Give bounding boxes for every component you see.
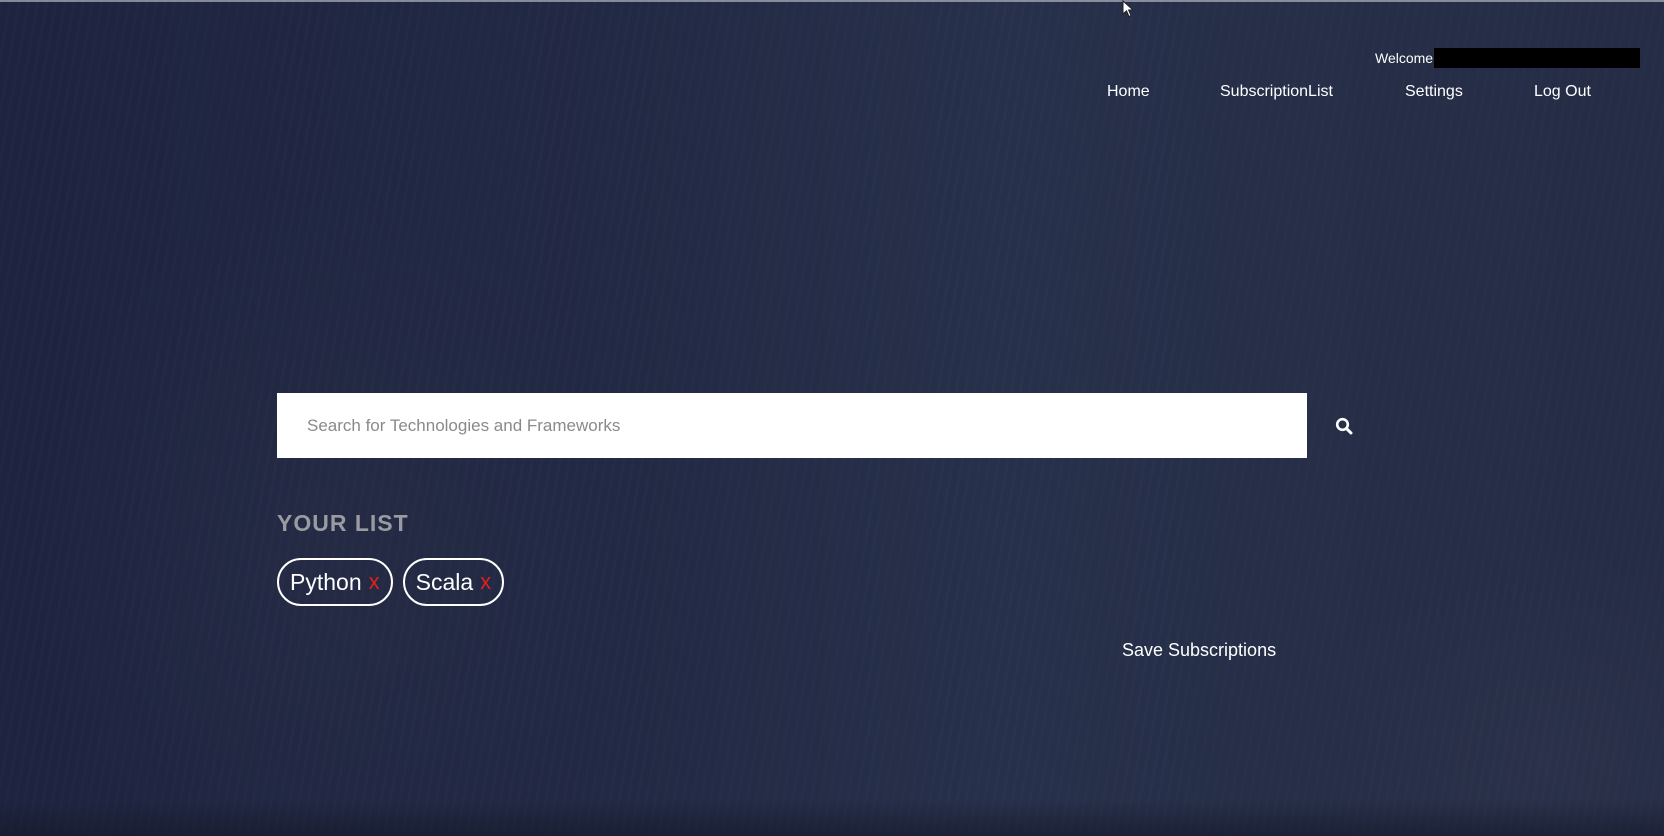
welcome-message: Welcome xyxy=(1375,48,1641,68)
browser-top-edge xyxy=(0,0,1664,2)
subscription-chip: Python x xyxy=(277,558,393,606)
nav-home[interactable]: Home xyxy=(1107,80,1150,104)
username-redacted xyxy=(1434,48,1641,68)
search-box xyxy=(277,393,1307,458)
your-list-heading: YOUR LIST xyxy=(277,510,409,536)
nav-log-out[interactable]: Log Out xyxy=(1534,80,1591,104)
remove-scala-button[interactable]: x xyxy=(480,569,491,595)
nav-subscription-list[interactable]: SubscriptionList xyxy=(1220,80,1333,104)
mouse-cursor-icon xyxy=(1122,0,1135,18)
remove-python-button[interactable]: x xyxy=(369,569,380,595)
welcome-label: Welcome xyxy=(1375,50,1434,66)
chip-label: Python xyxy=(290,568,362,595)
main-nav: Home SubscriptionList Settings Log Out xyxy=(1040,80,1620,104)
subscription-chip: Scala x xyxy=(402,558,505,606)
nav-settings[interactable]: Settings xyxy=(1405,80,1463,104)
subscription-chips: Python x Scala x xyxy=(277,558,505,606)
search-input[interactable] xyxy=(277,393,1307,458)
save-subscriptions-button[interactable]: Save Subscriptions xyxy=(1122,640,1276,661)
chip-label: Scala xyxy=(415,568,474,595)
search-button[interactable] xyxy=(1332,414,1356,438)
search-icon xyxy=(1335,417,1353,435)
page-background: Welcome Home SubscriptionList Settings L… xyxy=(0,0,1664,836)
